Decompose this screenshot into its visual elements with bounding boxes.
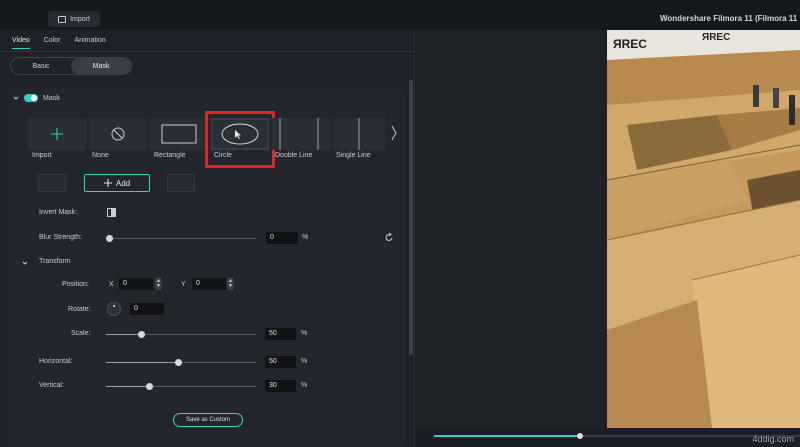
playback-bar bbox=[416, 428, 800, 447]
scale-label: Scale: bbox=[71, 330, 91, 337]
invert-mask-label: Invert Mask: bbox=[39, 209, 78, 216]
panel-scrollbar[interactable] bbox=[409, 80, 413, 355]
preview-sign-text: ЯREC bbox=[613, 37, 647, 51]
segment-basic[interactable]: Basic bbox=[11, 58, 71, 74]
shape-tile-none[interactable] bbox=[89, 118, 147, 150]
position-y-label: Y bbox=[181, 281, 186, 288]
skatepark-image: ЯREC ЯREC bbox=[607, 30, 800, 428]
transform-title: Transform bbox=[39, 258, 71, 265]
reset-icon[interactable] bbox=[385, 233, 394, 242]
blur-unit: % bbox=[302, 234, 309, 241]
chevron-right-icon[interactable] bbox=[390, 124, 398, 142]
tab-color[interactable]: Color bbox=[44, 37, 61, 49]
rotate-value-input[interactable]: 0 bbox=[130, 303, 164, 315]
shape-tile-rectangle[interactable] bbox=[150, 118, 208, 150]
scale-slider-fill bbox=[106, 334, 142, 335]
scale-value-input[interactable]: 50 bbox=[265, 328, 296, 340]
shape-label-single-line: Single Line bbox=[336, 152, 371, 159]
scale-unit: % bbox=[301, 330, 308, 337]
scale-slider-knob[interactable] bbox=[138, 331, 145, 338]
shape-label-import: Import bbox=[32, 152, 52, 159]
plus-icon bbox=[103, 179, 112, 187]
horizontal-slider-fill bbox=[106, 362, 178, 363]
position-x-input[interactable]: 0 bbox=[119, 278, 153, 290]
shape-label-double-line: Double Line bbox=[275, 152, 313, 159]
tab-divider bbox=[0, 51, 415, 52]
property-tabs: Video Color Animation bbox=[12, 37, 106, 49]
preview-sign-text-2: ЯREC bbox=[702, 32, 730, 43]
shape-tile-import[interactable] bbox=[28, 118, 86, 150]
blur-strength-label: Blur Strength: bbox=[39, 234, 82, 241]
plus-icon bbox=[51, 128, 63, 140]
tab-animation[interactable]: Animation bbox=[75, 37, 106, 49]
rotate-dial[interactable] bbox=[107, 302, 121, 316]
horizontal-slider-knob[interactable] bbox=[175, 359, 182, 366]
position-y-stepper[interactable]: ▲ ▼ bbox=[227, 278, 234, 290]
blur-value-input[interactable]: 0 bbox=[266, 232, 298, 244]
watermark: 4ddig.com bbox=[752, 434, 794, 444]
vertical-label: Vertical: bbox=[39, 382, 64, 389]
add-label: Add bbox=[115, 178, 131, 188]
vertical-slider-knob[interactable] bbox=[146, 383, 153, 390]
horizontal-unit: % bbox=[301, 358, 308, 365]
position-label: Position: bbox=[62, 281, 89, 288]
tab-video[interactable]: Video bbox=[12, 37, 30, 49]
shape-tile-single-line[interactable] bbox=[333, 118, 385, 150]
playback-progress bbox=[434, 435, 580, 437]
position-y-input[interactable]: 0 bbox=[192, 278, 226, 290]
mask-header: Mask bbox=[13, 94, 60, 102]
single-line-icon bbox=[358, 118, 360, 150]
horizontal-value-input[interactable]: 50 bbox=[265, 356, 296, 368]
segment-mask[interactable]: Mask bbox=[71, 58, 131, 74]
import-label: Import bbox=[70, 15, 90, 23]
rectangle-icon bbox=[161, 124, 197, 144]
horizontal-label: Horizontal: bbox=[39, 358, 73, 365]
save-as-custom-button[interactable]: Save as Custom bbox=[173, 413, 243, 427]
shape-label-rectangle: Rectangle bbox=[154, 152, 186, 159]
app-title: Wondershare Filmora 11 (Filmora 11 bbox=[660, 14, 798, 23]
vertical-unit: % bbox=[301, 382, 308, 389]
rotate-label: Rotate: bbox=[68, 306, 91, 313]
import-button[interactable]: Import bbox=[48, 11, 100, 27]
selected-shape-highlight bbox=[205, 111, 275, 168]
add-mask-button[interactable]: Add bbox=[84, 174, 150, 192]
mask-next-button[interactable] bbox=[167, 174, 195, 192]
blur-slider-knob[interactable] bbox=[106, 235, 113, 242]
playback-handle[interactable] bbox=[577, 433, 583, 439]
invert-icon[interactable] bbox=[107, 208, 116, 217]
shape-tile-double-line[interactable] bbox=[272, 118, 330, 150]
mask-toggle[interactable] bbox=[24, 94, 38, 102]
basic-mask-switch: Basic Mask bbox=[10, 57, 132, 75]
position-x-stepper[interactable]: ▲ ▼ bbox=[155, 278, 162, 290]
vertical-value-input[interactable]: 30 bbox=[265, 380, 296, 392]
none-icon bbox=[111, 127, 125, 141]
mask-prev-button[interactable] bbox=[38, 174, 66, 192]
double-line-icon bbox=[279, 118, 319, 150]
shape-label-none: None bbox=[92, 152, 109, 159]
vertical-slider-fill bbox=[106, 386, 150, 387]
blur-slider-track[interactable] bbox=[108, 238, 256, 239]
position-x-label: X bbox=[109, 281, 114, 288]
preview-frame: ЯREC ЯREC bbox=[607, 30, 800, 428]
mask-title: Mask bbox=[43, 94, 60, 102]
chevron-down-icon[interactable] bbox=[13, 95, 19, 101]
chevron-down-icon[interactable] bbox=[22, 260, 28, 266]
import-icon bbox=[58, 15, 67, 23]
